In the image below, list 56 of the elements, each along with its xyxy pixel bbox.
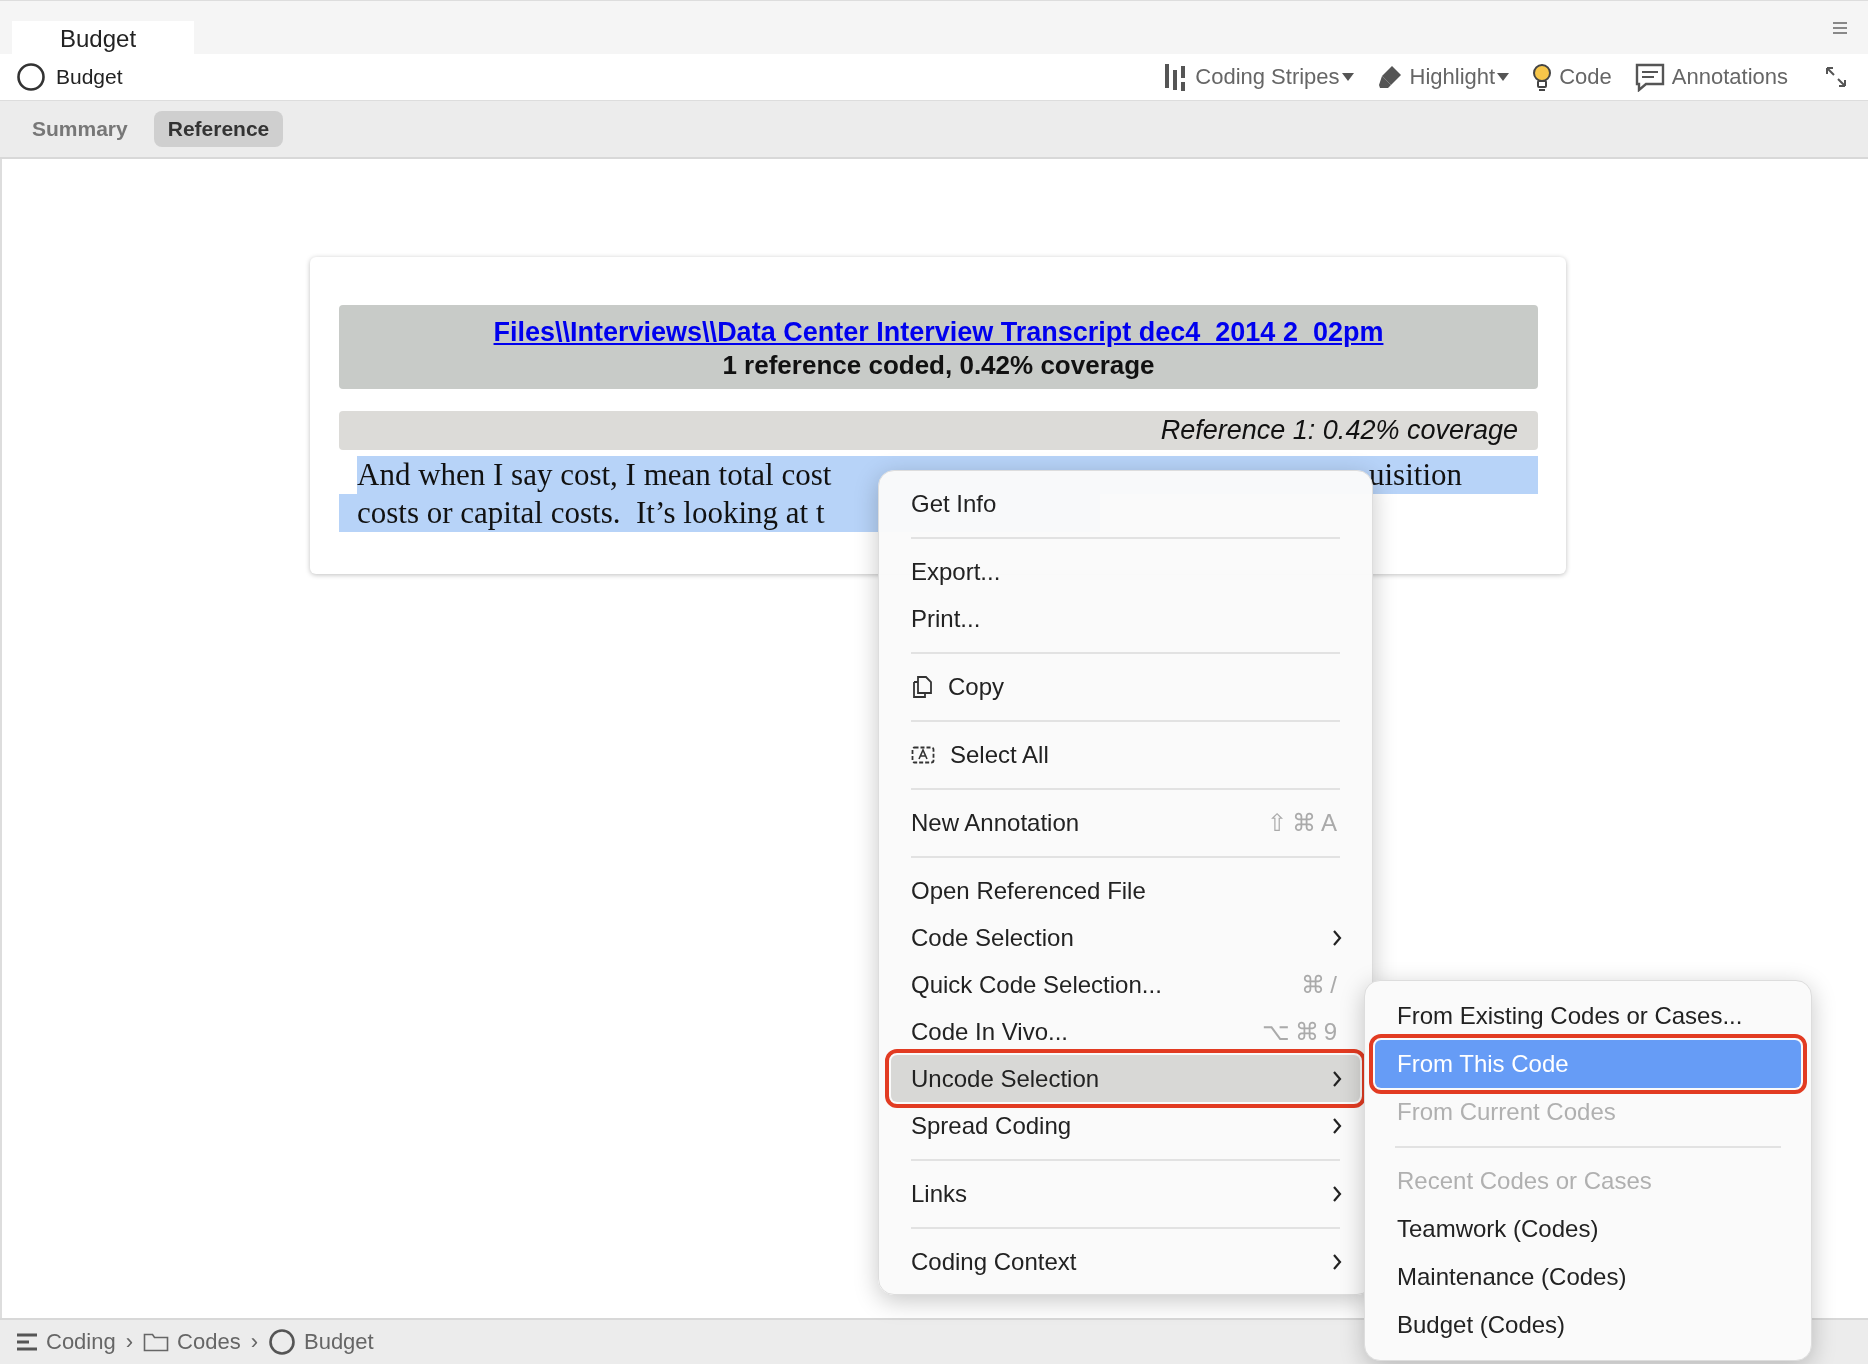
menu-item[interactable]: Copy <box>891 663 1360 710</box>
shortcut-text: ⌘/ <box>1301 970 1342 999</box>
paragraph-text: And when I say cost, I mean total cost <box>357 456 832 494</box>
expand-icon[interactable] <box>1824 65 1848 89</box>
menu-item[interactable]: Spread Coding <box>891 1102 1360 1149</box>
view-tab[interactable]: Reference <box>153 111 284 147</box>
caret-icon <box>1341 73 1354 81</box>
menu-item[interactable]: Quick Code Selection... ⌘/ <box>891 961 1360 1008</box>
menu-item[interactable]: From Existing Codes or Cases... <box>1375 992 1801 1040</box>
toolbar-button[interactable]: Code <box>1531 62 1612 92</box>
menu-item[interactable]: New Annotation ⇧⌘A <box>891 799 1360 846</box>
shortcut-text: ⌥⌘9 <box>1261 1017 1342 1046</box>
chevron-right-icon <box>1332 1069 1342 1088</box>
menu-item[interactable]: Code Selection <box>891 914 1360 961</box>
chevron-right-icon <box>1332 928 1342 947</box>
menu-item[interactable]: Budget (Codes) <box>1375 1301 1801 1349</box>
menu-item[interactable]: Links <box>891 1170 1360 1217</box>
lightbulb-icon <box>1531 62 1554 92</box>
node-title: Budget <box>56 65 123 89</box>
shortcut-text: ⇧⌘A <box>1267 808 1342 837</box>
breadcrumb-item[interactable]: Coding <box>16 1329 116 1355</box>
menu-item[interactable]: Open Referenced File <box>891 867 1360 914</box>
breadcrumb-item[interactable]: Codes <box>143 1329 241 1355</box>
menu-item[interactable]: Code In Vivo... ⌥⌘9 <box>891 1008 1360 1055</box>
reference-label: Reference 1: 0.42% coverage <box>1160 415 1518 445</box>
breadcrumb-separator: › <box>250 1329 258 1355</box>
view-tab[interactable]: Summary <box>18 111 142 147</box>
copy-icon <box>911 674 933 699</box>
coverage-summary: 1 reference coded, 0.42% coverage <box>721 350 1156 381</box>
toolbar-button[interactable]: Coding Stripes <box>1163 62 1354 92</box>
menu-item[interactable]: Teamwork (Codes) <box>1375 1205 1801 1253</box>
folder-icon <box>143 1332 170 1352</box>
node-circle-icon <box>267 1328 296 1356</box>
document-tab[interactable]: Budget <box>12 21 194 54</box>
breadcrumb-separator: › <box>125 1329 134 1355</box>
toolbar-button[interactable]: Annotations <box>1633 62 1788 92</box>
select-all-icon <box>911 745 935 764</box>
paragraph-text: costs or capital costs. It’s looking at t <box>357 495 825 530</box>
menu-icon[interactable] <box>1832 20 1848 35</box>
menu-item[interactable]: Maintenance (Codes) <box>1375 1253 1801 1301</box>
menu-item[interactable]: Select All <box>891 731 1360 778</box>
menu-item[interactable]: Print... <box>891 595 1360 642</box>
paragraph-text: uisition <box>1369 456 1462 494</box>
toolbar-button[interactable]: Highlight <box>1375 63 1510 91</box>
chevron-right-icon <box>1332 1116 1342 1135</box>
list-icon <box>16 1332 38 1352</box>
menu-item[interactable]: Get Info <box>891 480 1360 527</box>
chevron-right-icon <box>1332 1252 1342 1271</box>
comment-icon <box>1633 62 1666 92</box>
caret-icon <box>1497 73 1510 81</box>
source-link[interactable]: Files\\Interviews\\Data Center Interview Transcript dec4_2014 2_02pm <box>493 317 1384 348</box>
menu-item[interactable]: Coding Context <box>891 1238 1360 1285</box>
breadcrumb-item[interactable]: Budget <box>267 1328 374 1356</box>
node-circle-icon <box>16 62 46 92</box>
chevron-right-icon <box>1332 1184 1342 1203</box>
menu-item[interactable]: Export... <box>891 548 1360 595</box>
